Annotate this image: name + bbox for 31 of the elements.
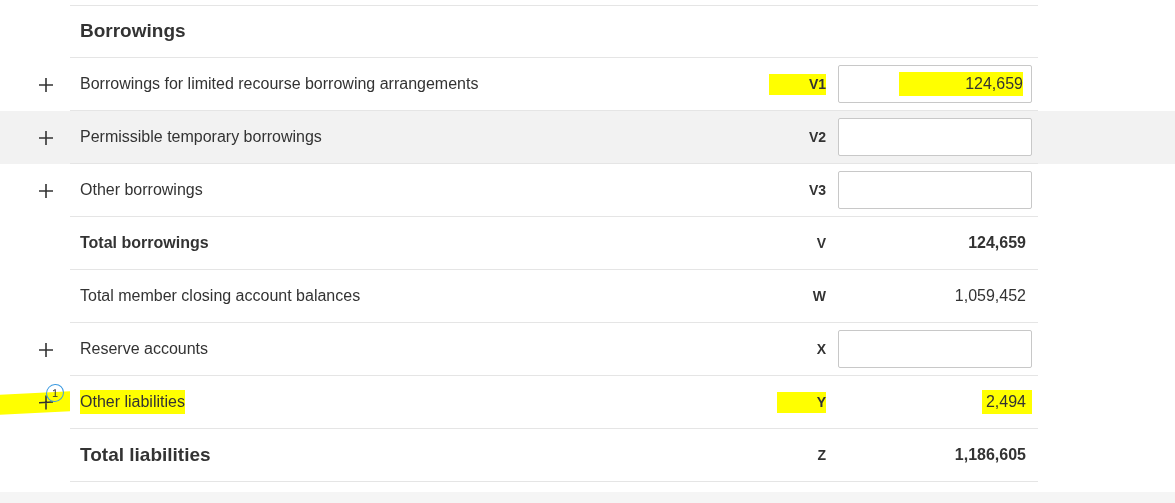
plus-icon[interactable]: [38, 129, 54, 146]
row-code: V: [816, 233, 826, 253]
row-label: Total liabilities: [80, 442, 211, 467]
input-field[interactable]: [838, 118, 1032, 156]
row-code: V3: [808, 180, 826, 200]
input-field[interactable]: [838, 330, 1032, 368]
row-label: Reserve accounts: [80, 339, 209, 359]
row-value: 124,659: [968, 233, 1027, 253]
row-label: Total member closing account balances: [80, 286, 361, 306]
row-code: Z: [817, 445, 826, 465]
plus-icon[interactable]: [38, 393, 54, 411]
row-code: V1: [768, 73, 826, 95]
row-label: Borrowings for limited recourse borrowing arrangements: [80, 74, 479, 94]
row-label: Other borrowings: [80, 180, 203, 200]
row-code: W: [812, 286, 826, 306]
row-label: Other liabilities: [80, 390, 185, 414]
plus-icon[interactable]: [38, 341, 54, 358]
row-value: 1,186,605: [954, 445, 1027, 465]
row-code: X: [816, 339, 826, 359]
plus-icon[interactable]: [38, 76, 54, 93]
row-label: Permissible temporary borrowings: [80, 127, 322, 147]
input-field[interactable]: 124,659: [838, 65, 1032, 103]
row-value: 1,059,452: [954, 286, 1027, 306]
plus-icon[interactable]: [38, 182, 54, 199]
row-value: 2,494: [981, 390, 1032, 414]
section-heading: Borrowings: [80, 19, 186, 44]
row-label: Total borrowings: [80, 233, 209, 253]
row-code: Y: [776, 391, 826, 413]
row-code: V2: [808, 127, 826, 147]
field-value: 124,659: [899, 72, 1023, 96]
input-field[interactable]: [838, 171, 1032, 209]
